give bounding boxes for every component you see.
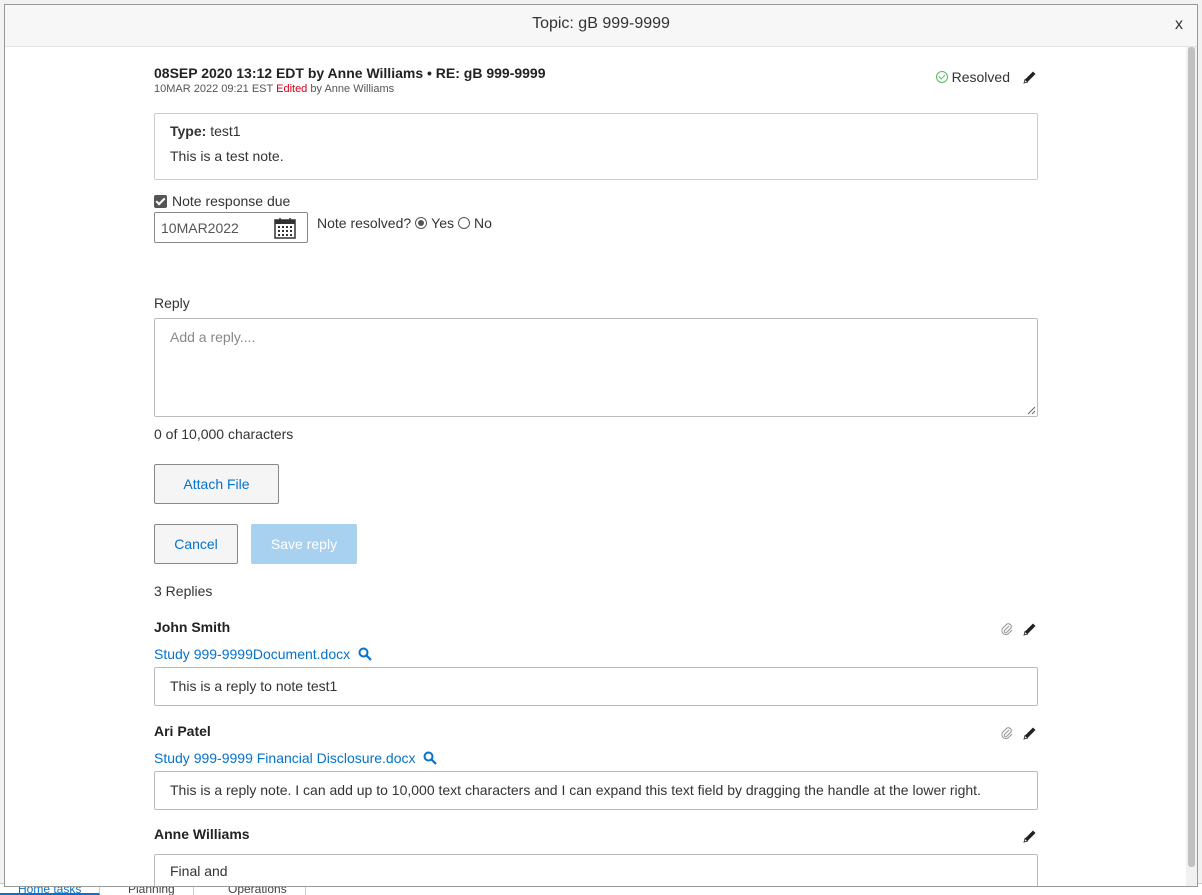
edit-pencil-icon[interactable] xyxy=(1022,621,1038,637)
note-resolved-label: Note resolved? xyxy=(317,215,412,231)
resolved-no-radio[interactable] xyxy=(458,217,471,229)
note-header: 08SEP 2020 13:12 EDT by Anne Williams • … xyxy=(154,65,1038,95)
char-count: 0 of 10,000 characters xyxy=(154,426,294,442)
response-due-label: Note response due xyxy=(172,193,291,209)
edit-pencil-icon[interactable] xyxy=(1022,725,1038,741)
modal-title: Topic: gB 999-9999 xyxy=(532,15,670,32)
reply-item: Anne Williams Final and xyxy=(154,826,1038,886)
reply-label: Reply xyxy=(154,295,190,311)
reply-textarea[interactable] xyxy=(154,318,1038,417)
note-edit-info: 10MAR 2022 09:21 EST Edited by Anne Will… xyxy=(154,83,1038,95)
resolved-status: Resolved xyxy=(935,69,1038,85)
reply-actions xyxy=(1000,621,1038,637)
attachment-link[interactable]: Study 999-9999 Financial Disclosure.docx xyxy=(154,750,415,766)
reply-actions xyxy=(1000,725,1038,741)
reply-actions xyxy=(1022,828,1038,844)
note-type: Type: test1 xyxy=(170,123,1022,139)
attachment-row: Study 999-9999 Financial Disclosure.docx xyxy=(154,750,1038,766)
edit-pencil-icon[interactable] xyxy=(1022,69,1038,85)
note-type-label: Type: xyxy=(170,123,207,139)
note-edited-label: Edited xyxy=(276,83,308,95)
resolved-no-label: No xyxy=(474,215,492,231)
scrollbar-thumb[interactable] xyxy=(1188,47,1195,867)
resolved-yes-radio[interactable] xyxy=(415,217,428,229)
calendar-icon[interactable] xyxy=(273,216,297,240)
attachment-row: Study 999-9999Document.docx xyxy=(154,646,1038,662)
reply-author: John Smith xyxy=(154,619,231,635)
save-reply-button[interactable]: Save reply xyxy=(251,524,357,564)
paperclip-icon[interactable] xyxy=(1000,622,1014,636)
cancel-button[interactable]: Cancel xyxy=(154,524,238,564)
modal-content: 08SEP 2020 13:12 EDT by Anne Williams • … xyxy=(154,47,1038,886)
replies-count: 3 Replies xyxy=(154,583,213,599)
paperclip-icon[interactable] xyxy=(1000,726,1014,740)
note-resolved-question: Note resolved? Yes No xyxy=(317,215,492,231)
modal-scrollbar[interactable] xyxy=(1186,47,1197,886)
search-icon[interactable] xyxy=(423,751,438,765)
resolved-status-label: Resolved xyxy=(951,69,1010,85)
note-edited-by: by Anne Williams xyxy=(310,83,395,95)
search-icon[interactable] xyxy=(358,647,372,661)
response-due-row: Note response due xyxy=(154,193,290,209)
reply-author: Anne Williams xyxy=(154,826,250,842)
reply-item: Ari Patel Study 999-9999 Financial Discl… xyxy=(154,723,1038,810)
edit-pencil-icon[interactable] xyxy=(1022,828,1038,844)
check-circle-icon xyxy=(935,71,948,83)
note-edited-date: 10MAR 2022 09:21 EST xyxy=(154,83,274,95)
resize-handle-icon[interactable] xyxy=(1026,405,1036,415)
reply-text: Final and xyxy=(154,854,1038,886)
attachment-link[interactable]: Study 999-9999Document.docx xyxy=(154,646,350,662)
note-box: Type: test1 This is a test note. xyxy=(154,113,1038,180)
resolved-yes-label: Yes xyxy=(431,215,455,231)
attach-file-button[interactable]: Attach File xyxy=(154,464,279,504)
note-type-value: test1 xyxy=(210,123,241,139)
reply-author: Ari Patel xyxy=(154,723,211,739)
note-text: This is a test note. xyxy=(170,148,284,164)
response-due-checkbox[interactable] xyxy=(154,194,167,208)
reply-item: John Smith Study 999-9999Document.docx T… xyxy=(154,619,1038,706)
reply-text: This is a reply note. I can add up to 10… xyxy=(154,771,1038,810)
modal-header: Topic: gB 999-9999 x xyxy=(5,5,1197,47)
note-title: 08SEP 2020 13:12 EDT by Anne Williams • … xyxy=(154,65,546,81)
reply-text: This is a reply to note test1 xyxy=(154,667,1038,706)
topic-modal: Topic: gB 999-9999 x 08SEP 2020 13:12 ED… xyxy=(4,4,1198,887)
close-button[interactable]: x xyxy=(1175,16,1183,34)
